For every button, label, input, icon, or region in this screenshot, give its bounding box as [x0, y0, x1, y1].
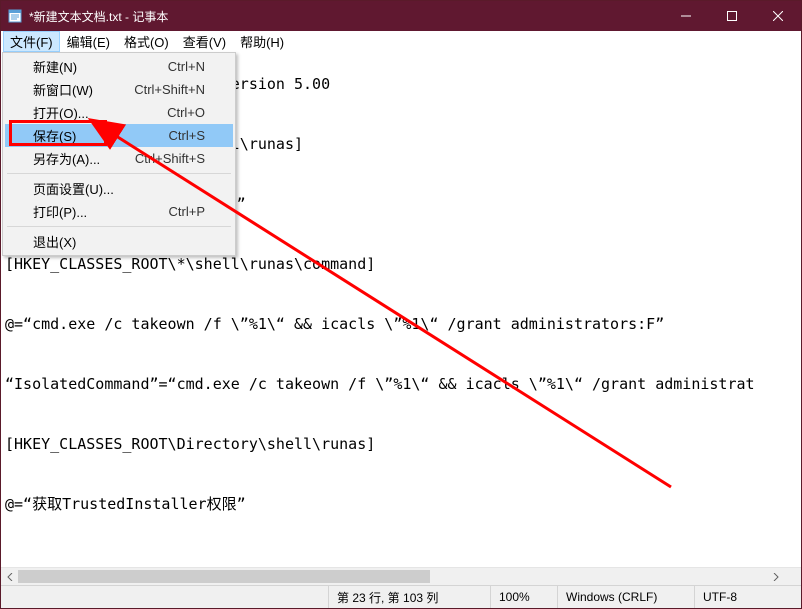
menu-save[interactable]: 保存(S) Ctrl+S	[5, 124, 233, 147]
size-grip[interactable]	[784, 568, 801, 585]
menu-view[interactable]: 查看(V)	[176, 31, 233, 52]
menu-format[interactable]: 格式(O)	[117, 31, 176, 52]
menubar: 文件(F) 编辑(E) 格式(O) 查看(V) 帮助(H)	[1, 31, 801, 52]
notepad-window: *新建文本文档.txt - 记事本 文件(F) 编辑(E) 格式(O) 查看(V…	[0, 0, 802, 609]
scroll-left-button[interactable]	[1, 568, 18, 585]
titlebar: *新建文本文档.txt - 记事本	[1, 1, 801, 31]
menu-open[interactable]: 打开(O)... Ctrl+O	[5, 101, 233, 124]
status-line-ending: Windows (CRLF)	[557, 586, 694, 608]
menu-new[interactable]: 新建(N) Ctrl+N	[5, 55, 233, 78]
menu-exit[interactable]: 退出(X)	[5, 230, 233, 253]
notepad-icon	[7, 8, 23, 24]
menu-file[interactable]: 文件(F)	[3, 31, 60, 52]
menu-new-window[interactable]: 新窗口(W) Ctrl+Shift+N	[5, 78, 233, 101]
file-dropdown: 新建(N) Ctrl+N 新窗口(W) Ctrl+Shift+N 打开(O)..…	[2, 52, 236, 256]
menu-save-as[interactable]: 另存为(A)... Ctrl+Shift+S	[5, 147, 233, 170]
scroll-track[interactable]	[18, 568, 767, 585]
window-buttons	[663, 1, 801, 31]
menu-page-setup[interactable]: 页面设置(U)...	[5, 177, 233, 200]
scroll-thumb[interactable]	[18, 570, 430, 583]
menu-separator	[7, 173, 231, 174]
horizontal-scrollbar[interactable]	[1, 567, 801, 585]
window-title: *新建文本文档.txt - 记事本	[29, 8, 663, 25]
menu-edit[interactable]: 编辑(E)	[60, 31, 117, 52]
menu-separator	[7, 226, 231, 227]
minimize-button[interactable]	[663, 1, 709, 31]
status-zoom: 100%	[490, 586, 557, 608]
close-button[interactable]	[755, 1, 801, 31]
maximize-button[interactable]	[709, 1, 755, 31]
status-position: 第 23 行, 第 103 列	[328, 586, 490, 608]
statusbar: 第 23 行, 第 103 列 100% Windows (CRLF) UTF-…	[1, 585, 801, 608]
status-spacer	[1, 586, 328, 608]
menu-print[interactable]: 打印(P)... Ctrl+P	[5, 200, 233, 223]
scroll-right-button[interactable]	[767, 568, 784, 585]
status-encoding: UTF-8	[694, 586, 801, 608]
menu-help[interactable]: 帮助(H)	[233, 31, 291, 52]
